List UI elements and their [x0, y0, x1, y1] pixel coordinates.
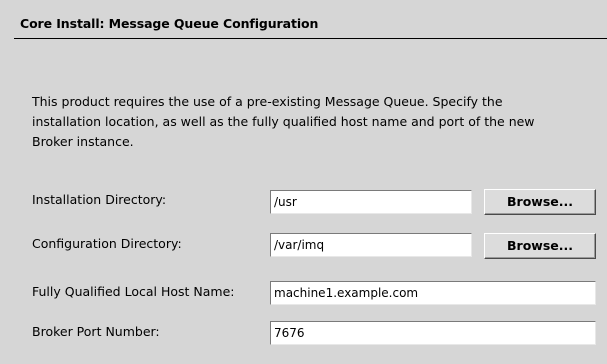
broker-port-field[interactable]: 7676 — [270, 321, 596, 345]
configuration-directory-label: Configuration Directory: — [32, 236, 182, 251]
configuration-directory-field[interactable]: /var/imq — [270, 233, 472, 257]
host-name-field[interactable]: machine1.example.com — [270, 281, 596, 305]
configuration-directory-browse-button[interactable]: Browse... — [484, 233, 596, 259]
header-divider — [14, 38, 607, 39]
page-title: Core Install: Message Queue Configuratio… — [20, 16, 319, 31]
host-name-label: Fully Qualified Local Host Name: — [32, 284, 235, 299]
installation-directory-label: Installation Directory: — [32, 192, 167, 207]
description-text: This product requires the use of a pre-e… — [32, 94, 535, 149]
mq-config-panel: Core Install: Message Queue Configuratio… — [0, 0, 607, 364]
broker-port-label: Broker Port Number: — [32, 324, 160, 339]
installation-directory-browse-button[interactable]: Browse... — [484, 189, 596, 215]
installation-directory-field[interactable]: /usr — [270, 190, 472, 214]
